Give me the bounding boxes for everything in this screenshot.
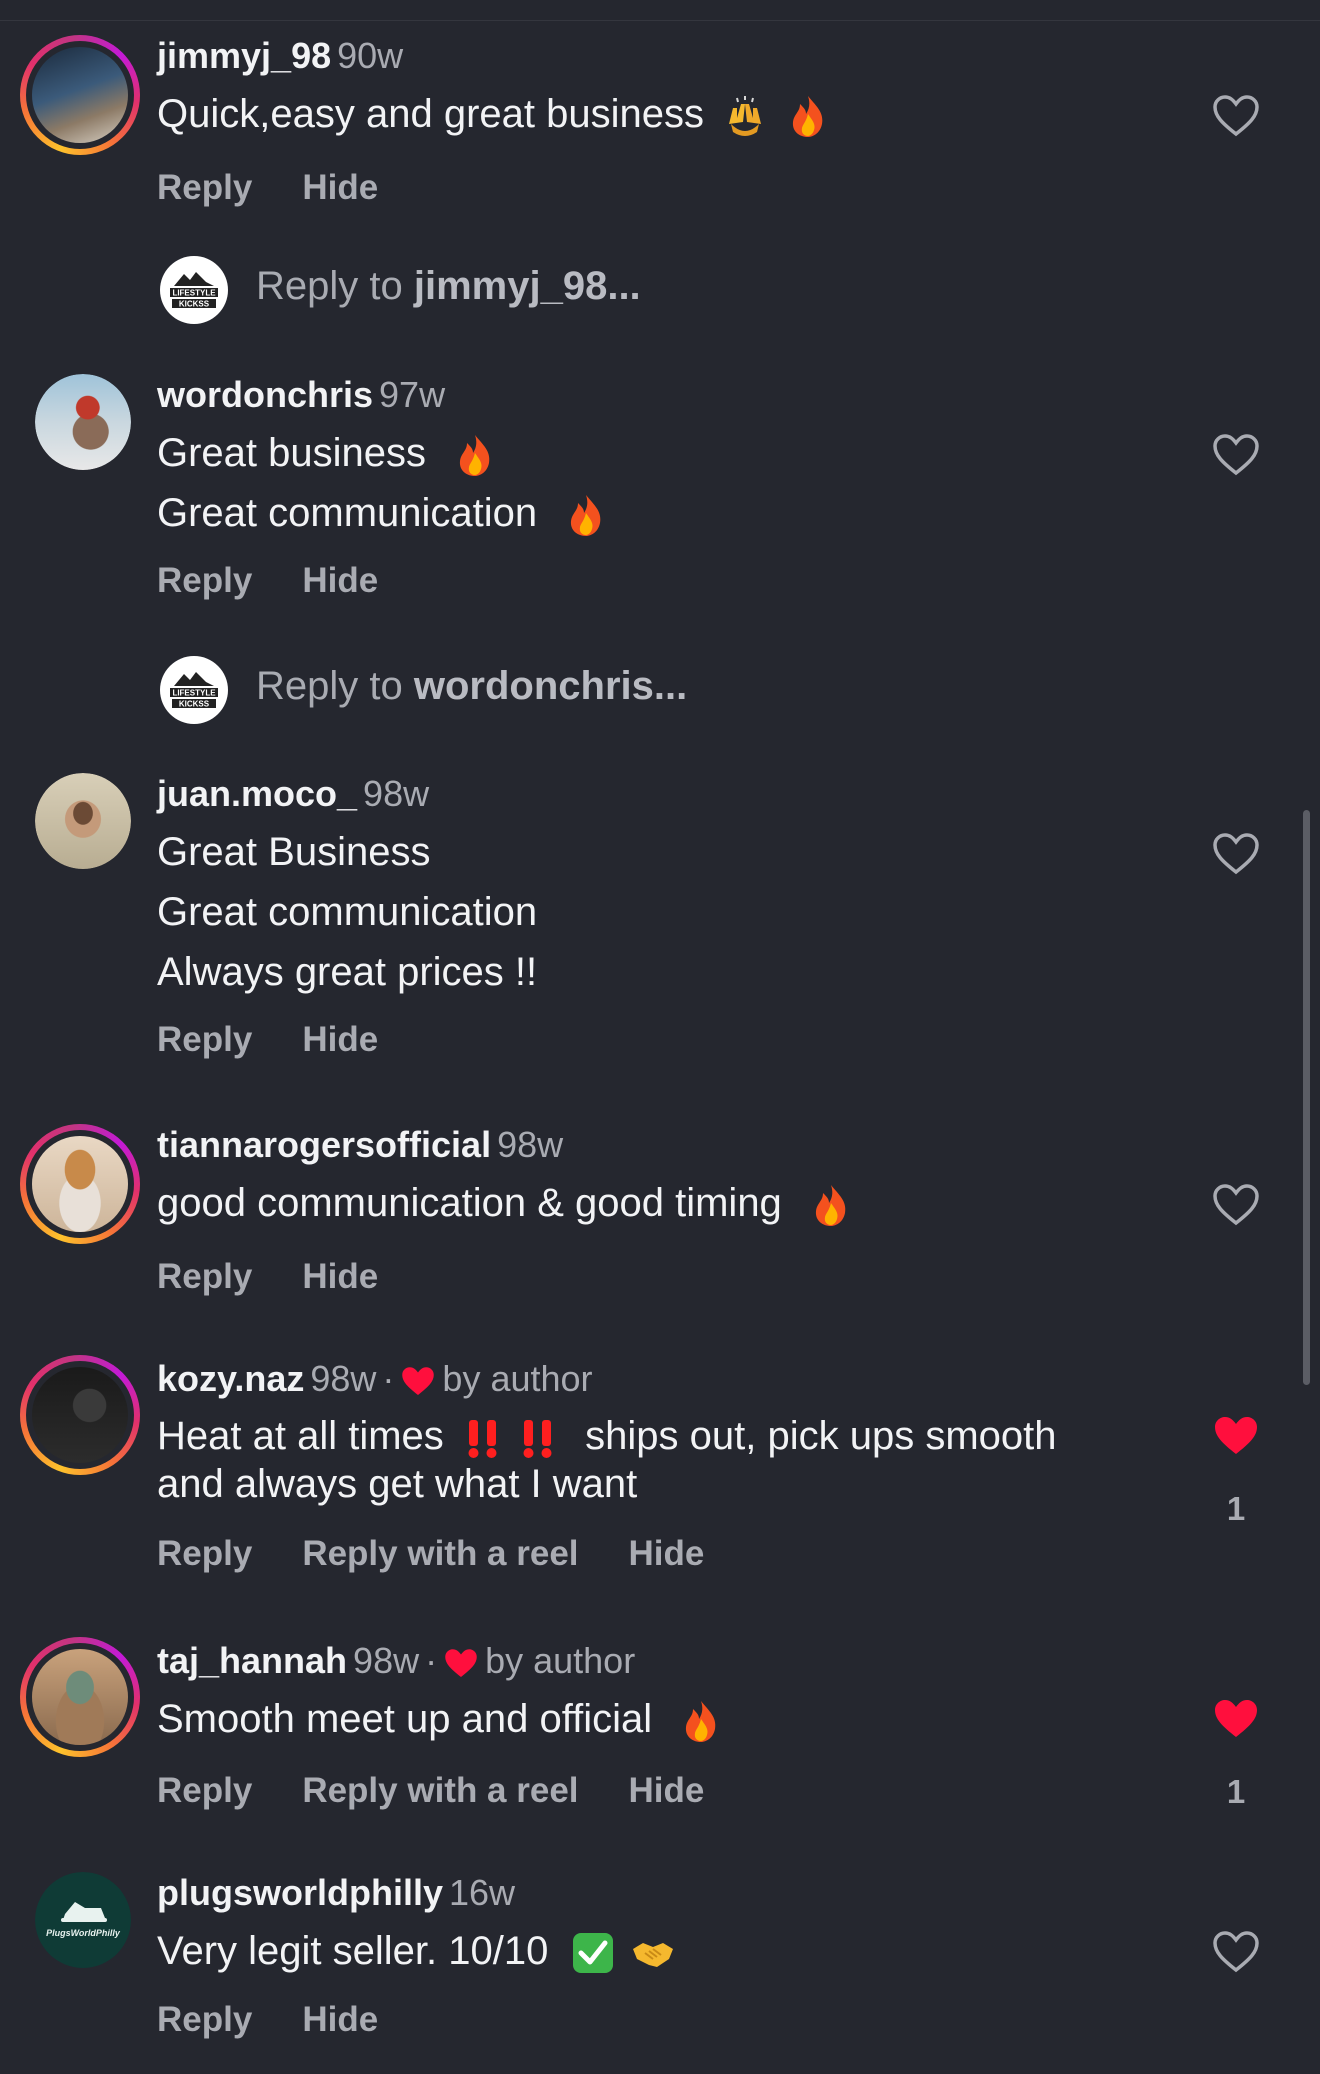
raised-hands-emoji — [729, 96, 762, 137]
fire-emoji — [571, 495, 601, 537]
sneaker-logo-icon: PlugsWorldPhilly — [46, 1902, 121, 1938]
liked-by-author-label: by author — [485, 1640, 636, 1681]
lifestyle-kickss-logo: LIFESTYLE KICKSS — [160, 256, 228, 324]
svg-text:KICKSS: KICKSS — [179, 700, 210, 709]
timestamp: 90w — [337, 35, 404, 76]
comment-text: Great communication — [157, 491, 538, 535]
reply-button[interactable]: Reply — [157, 561, 252, 600]
liked-by-author-label: by author — [442, 1358, 593, 1399]
reply-button[interactable]: Reply — [157, 1771, 252, 1810]
svg-text:KICKSS: KICKSS — [179, 300, 210, 309]
username[interactable]: kozy.naz — [157, 1358, 304, 1399]
avatar[interactable]: PlugsWorldPhilly — [35, 1872, 131, 1968]
timestamp: 97w — [379, 374, 446, 415]
avatar-logo-text: PlugsWorldPhilly — [46, 1928, 121, 1938]
avatar[interactable] — [20, 1124, 140, 1244]
fire-emoji — [793, 96, 823, 138]
hide-button[interactable]: Hide — [302, 1257, 378, 1296]
heart-filled-icon[interactable] — [1212, 1414, 1260, 1458]
separator-dot: · — [425, 1640, 438, 1681]
heart-outline-icon[interactable] — [1212, 94, 1260, 138]
timestamp: 98w — [353, 1640, 420, 1681]
like-count: 1 — [1226, 1490, 1246, 1527]
svg-text:LIFESTYLE: LIFESTYLE — [172, 689, 216, 698]
username[interactable]: juan.moco_ — [157, 773, 357, 814]
reply-button[interactable]: Reply — [157, 2000, 252, 2039]
comment-text: Very legit seller. 10/10 — [157, 1929, 549, 1973]
reply-button[interactable]: Reply — [157, 1257, 252, 1296]
separator-dot: · — [382, 1358, 395, 1399]
hide-button[interactable]: Hide — [302, 1020, 378, 1059]
comment-text: Great communication — [157, 890, 538, 934]
username[interactable]: wordonchris — [157, 374, 373, 415]
reply-button[interactable]: Reply — [157, 1534, 252, 1573]
reply-button[interactable]: Reply — [157, 1020, 252, 1059]
reply-to-label: Reply to — [256, 664, 403, 708]
heart-outline-icon[interactable] — [1212, 832, 1260, 876]
reply-to-label: Reply to — [256, 264, 403, 308]
timestamp: 16w — [449, 1872, 516, 1913]
username[interactable]: taj_hannah — [157, 1640, 347, 1681]
username[interactable]: plugsworldphilly — [157, 1872, 443, 1913]
hide-button[interactable]: Hide — [629, 1771, 705, 1810]
fire-emoji — [460, 435, 490, 477]
heart-filled-icon — [402, 1367, 435, 1395]
like-count: 1 — [1226, 1773, 1246, 1810]
avatar[interactable] — [35, 773, 131, 869]
hide-button[interactable]: Hide — [302, 168, 378, 207]
avatar[interactable] — [20, 1355, 140, 1475]
reply-to-user[interactable]: jimmyj_98... — [414, 264, 641, 308]
comment-text: good communication & good timing — [157, 1181, 782, 1225]
comment-text: Great business — [157, 431, 427, 475]
fire-emoji — [686, 1701, 716, 1743]
comment-text: Great Business — [157, 830, 431, 874]
timestamp: 98w — [497, 1124, 564, 1165]
check-mark-emoji — [573, 1933, 614, 1974]
reply-to-user[interactable]: wordonchris... — [414, 664, 687, 708]
timestamp: 98w — [363, 773, 430, 814]
svg-text:LIFESTYLE: LIFESTYLE — [172, 289, 216, 298]
top-divider — [0, 0, 1320, 21]
hide-button[interactable]: Hide — [302, 2000, 378, 2039]
comment-text: Smooth meet up and official — [157, 1697, 653, 1741]
double-exclamation-emoji — [468, 1420, 497, 1459]
fire-emoji — [815, 1185, 846, 1227]
comment-text: Heat at all times — [157, 1414, 444, 1458]
heart-outline-icon[interactable] — [1212, 1930, 1260, 1974]
double-exclamation-emoji — [523, 1420, 552, 1459]
heart-filled-icon — [445, 1649, 477, 1677]
lifestyle-kickss-logo: LIFESTYLE KICKSS — [160, 656, 228, 724]
username[interactable]: jimmyj_98 — [157, 35, 331, 76]
heart-outline-icon[interactable] — [1212, 1183, 1260, 1227]
avatar[interactable] — [20, 35, 140, 155]
reply-with-reel-button[interactable]: Reply with a reel — [302, 1771, 578, 1810]
hide-button[interactable]: Hide — [629, 1534, 705, 1573]
heart-filled-icon[interactable] — [1212, 1697, 1260, 1741]
comment-text: Always great prices !! — [157, 950, 538, 994]
hide-button[interactable]: Hide — [302, 561, 378, 600]
handshake-emoji — [632, 1943, 673, 1968]
avatar[interactable] — [35, 374, 131, 470]
comment-text: Quick,easy and great business — [157, 92, 704, 136]
reply-button[interactable]: Reply — [157, 168, 252, 207]
timestamp: 98w — [310, 1358, 377, 1399]
comment-text: and always get what I want — [157, 1462, 638, 1506]
avatar[interactable] — [20, 1637, 140, 1757]
username[interactable]: tiannarogersofficial — [157, 1124, 491, 1165]
scrollbar[interactable] — [1303, 810, 1310, 1385]
comment-text: ships out, pick ups smooth — [585, 1414, 1057, 1458]
heart-outline-icon[interactable] — [1212, 433, 1260, 477]
reply-with-reel-button[interactable]: Reply with a reel — [302, 1534, 578, 1573]
